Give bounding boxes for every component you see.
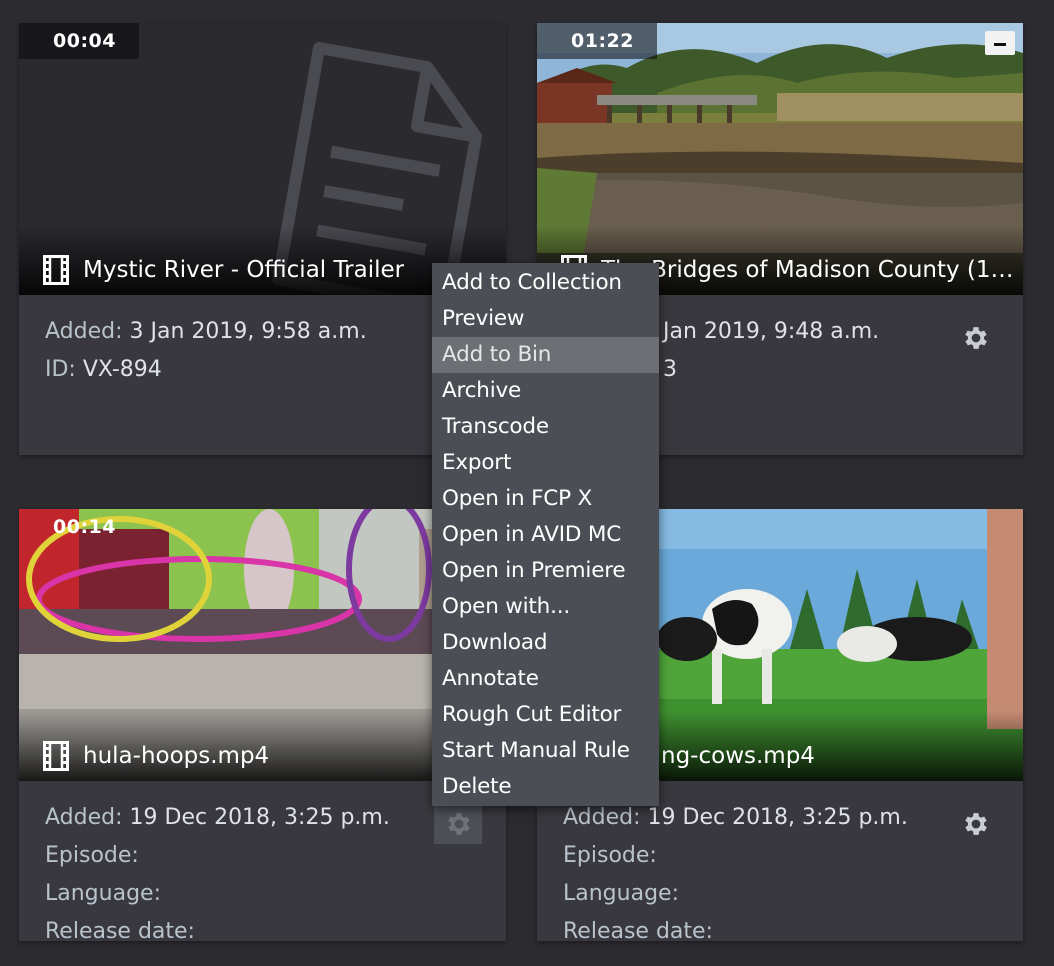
menu-item-transcode[interactable]: Transcode (432, 409, 659, 445)
gear-icon (448, 813, 470, 835)
menu-item-start-manual-rule[interactable]: Start Manual Rule (432, 733, 659, 769)
menu-item-open-avid-mc[interactable]: Open in AVID MC (432, 517, 659, 553)
meta-added: Added: 3 Jan 2019, 9:58 a.m. (45, 319, 367, 344)
meta-language: Language: (563, 881, 679, 906)
asset-title[interactable]: ng-cows.mp4 (661, 743, 815, 769)
menu-item-archive[interactable]: Archive (432, 373, 659, 409)
menu-item-add-to-bin[interactable]: Add to Bin (432, 337, 659, 373)
context-menu: Add to Collection Preview Add to Bin Arc… (432, 263, 659, 806)
gear-button[interactable] (434, 804, 482, 844)
menu-item-rough-cut-editor[interactable]: Rough Cut Editor (432, 697, 659, 733)
asset-metadata: Added: 3 Jan 2019, 9:58 a.m. ID: VX-894 (45, 313, 367, 389)
gear-icon[interactable] (961, 323, 991, 353)
gear-icon[interactable] (961, 809, 991, 839)
asset-metadata: Added: 19 Dec 2018, 3:25 p.m. Episode: L… (563, 799, 908, 941)
duration-badge: 00:14 (53, 516, 116, 538)
duration-badge: 00:04 (19, 23, 139, 59)
meta-release-date: Release date: (563, 919, 713, 941)
meta-episode: Episode: (45, 843, 139, 868)
thumbnail-placeholder[interactable]: 00:04 Mystic River - Official Trailer (19, 23, 506, 295)
film-icon (43, 255, 69, 285)
meta-added: Added: 19 Dec 2018, 3:25 p.m. (45, 805, 390, 830)
asset-title[interactable]: Mystic River - Official Trailer (83, 257, 404, 283)
duration-badge: 01:22 (537, 23, 657, 59)
menu-item-preview[interactable]: Preview (432, 301, 659, 337)
menu-item-annotate[interactable]: Annotate (432, 661, 659, 697)
menu-item-add-to-collection[interactable]: Add to Collection (432, 265, 659, 301)
meta-added: Jan 2019, 9:48 a.m. (663, 319, 880, 344)
meta-release-date: Release date: (45, 919, 195, 941)
meta-id: 3 (663, 357, 677, 382)
menu-item-delete[interactable]: Delete (432, 769, 659, 805)
asset-title[interactable]: hula-hoops.mp4 (83, 743, 269, 769)
thumbnail-image[interactable]: 01:22 The Bridges of Madison County (199… (537, 23, 1023, 295)
meta-id: ID: VX-894 (45, 357, 162, 382)
asset-metadata: Jan 2019, 9:48 a.m. 3 (663, 313, 879, 389)
menu-item-open-fcp-x[interactable]: Open in FCP X (432, 481, 659, 517)
film-icon (43, 741, 69, 771)
asset-title[interactable]: The Bridges of Madison County (199… (601, 257, 1017, 283)
menu-item-export[interactable]: Export (432, 445, 659, 481)
meta-language: Language: (45, 881, 161, 906)
meta-episode: Episode: (563, 843, 657, 868)
menu-item-open-with[interactable]: Open with... (432, 589, 659, 625)
asset-metadata: Added: 19 Dec 2018, 3:25 p.m. Episode: L… (45, 799, 390, 941)
menu-item-open-premiere[interactable]: Open in Premiere (432, 553, 659, 589)
menu-item-download[interactable]: Download (432, 625, 659, 661)
archive-icon (985, 31, 1015, 55)
